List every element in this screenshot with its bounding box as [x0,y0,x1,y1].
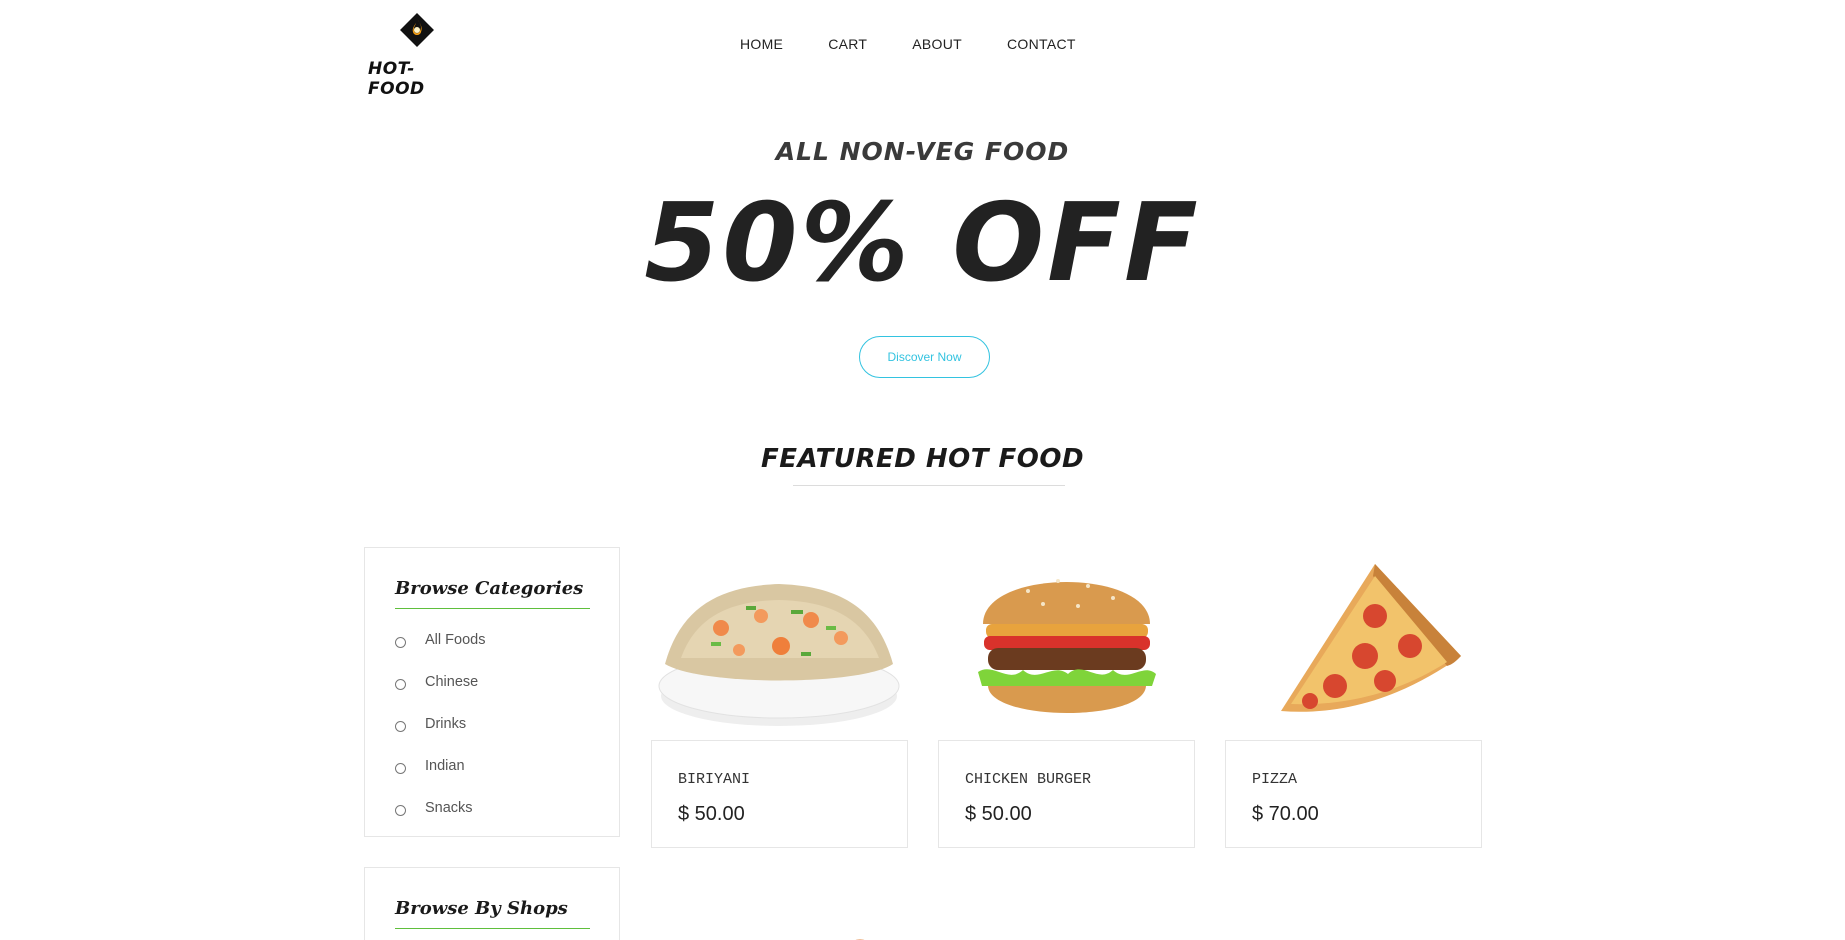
hero-title: 50% OFF [644,181,1201,306]
category-item-drinks[interactable]: Drinks [395,716,485,758]
radio-icon[interactable] [395,763,406,774]
categories-title-underline [395,608,590,609]
nav-contact[interactable]: CONTACT [1007,36,1076,52]
category-list: All Foods Chinese Drinks Indian Snacks [395,632,485,842]
radio-icon[interactable] [395,679,406,690]
radio-icon[interactable] [395,637,406,648]
product-info: BIRIYANI $ 50.00 [651,740,908,848]
category-label: Snacks [425,800,473,816]
site-header: HOT-FOOD HOME CART ABOUT CONTACT [0,0,1845,99]
biriyani-image[interactable] [651,546,908,740]
product-card-biriyani[interactable]: BIRIYANI $ 50.00 [651,546,908,848]
product-name[interactable]: CHICKEN BURGER [965,771,1091,788]
product-name[interactable]: BIRIYANI [678,771,750,788]
nav-home[interactable]: HOME [740,36,783,52]
product-card-pizza[interactable]: PIZZA $ 70.00 [1225,546,1482,848]
product-price: $ 50.00 [678,803,745,825]
pizza-slice-image[interactable] [1225,546,1482,740]
product-info: PIZZA $ 70.00 [1225,740,1482,848]
category-label: All Foods [425,632,486,648]
main-nav: HOME CART ABOUT CONTACT [740,36,1121,52]
category-label: Chinese [425,674,479,690]
categories-widget: Browse Categories All Foods Chinese Drin… [364,547,620,837]
discover-now-button[interactable]: Discover Now [859,336,990,378]
categories-title: Browse Categories [395,578,584,599]
hero-subtitle: ALL NON-VEG FOOD [775,137,1070,166]
product-price: $ 50.00 [965,803,1032,825]
shops-widget: Browse By Shops [364,867,620,940]
burger-image[interactable] [938,546,1195,740]
product-price: $ 70.00 [1252,803,1319,825]
site-logo[interactable]: HOT-FOOD [368,13,460,99]
product-info: CHICKEN BURGER $ 50.00 [938,740,1195,848]
category-item-indian[interactable]: Indian [395,758,485,800]
product-card-chicken-burger[interactable]: CHICKEN BURGER $ 50.00 [938,546,1195,848]
next-product-image-peek [855,939,865,940]
radio-icon[interactable] [395,721,406,732]
shops-title: Browse By Shops [395,898,568,919]
nav-cart[interactable]: CART [828,36,867,52]
category-label: Indian [425,758,465,774]
nav-about[interactable]: ABOUT [912,36,962,52]
category-item-chinese[interactable]: Chinese [395,674,485,716]
category-item-all-foods[interactable]: All Foods [395,632,485,674]
featured-heading: FEATURED HOT FOOD [760,444,1085,474]
radio-icon[interactable] [395,805,406,816]
category-item-snacks[interactable]: Snacks [395,800,485,842]
flame-logo-icon [400,13,434,47]
featured-divider [793,485,1065,486]
shops-title-underline [395,928,590,929]
category-label: Drinks [425,716,467,732]
product-name[interactable]: PIZZA [1252,771,1297,788]
brand-name: HOT-FOOD [368,59,425,99]
